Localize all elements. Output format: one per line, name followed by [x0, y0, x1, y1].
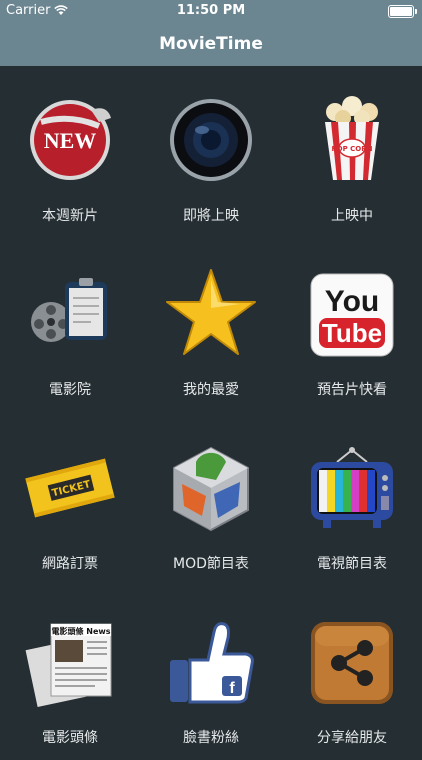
camera-lens-icon: [166, 92, 256, 188]
youtube-icon: You Tube: [307, 266, 397, 362]
menu-item-share[interactable]: 分享給朋友: [282, 588, 422, 760]
menu-label-cinemas: 電影院: [49, 382, 91, 398]
star-icon: [166, 266, 256, 362]
newspaper-header-text: 電影頭條 News: [51, 626, 110, 636]
menu-item-trailers[interactable]: You Tube 預告片快看: [282, 240, 422, 412]
newspaper-icon: 電影頭條 News: [25, 614, 115, 710]
popcorn-icon: POP CORN: [307, 92, 397, 188]
menu-label-facebook-fans: 臉書粉絲: [183, 730, 239, 746]
menu-item-new-releases[interactable]: NEW 本週新片: [0, 66, 140, 238]
share-icon: [307, 614, 397, 710]
nav-title: MovieTime: [0, 22, 422, 66]
menu-label-share: 分享給朋友: [317, 730, 387, 746]
menu-item-favorites[interactable]: 我的最愛: [141, 240, 281, 412]
menu-label-favorites: 我的最愛: [183, 382, 239, 398]
menu-item-movie-headlines[interactable]: 電影頭條 News 電影頭條: [0, 588, 140, 760]
menu-item-cinemas[interactable]: 電影院: [0, 240, 140, 412]
menu-grid: NEW 本週新片 即將上映 POP CORN 上映中 電影院 我的最愛 You …: [0, 66, 422, 750]
facebook-f-text: f: [229, 680, 235, 697]
battery-icon: [388, 5, 417, 18]
menu-label-tv-schedule: 電視節目表: [317, 556, 387, 572]
youtube-tube-text: Tube: [322, 318, 382, 348]
menu-item-now-showing[interactable]: POP CORN 上映中: [282, 66, 422, 238]
facebook-like-icon: f: [166, 614, 256, 710]
tv-icon: [307, 440, 397, 536]
new-text: NEW: [44, 128, 97, 153]
menu-item-coming-soon[interactable]: 即將上映: [141, 66, 281, 238]
film-reel-clipboard-icon: [25, 266, 115, 362]
menu-label-trailers: 預告片快看: [317, 382, 387, 398]
menu-label-now-showing: 上映中: [331, 208, 373, 224]
menu-label-new-releases: 本週新片: [42, 208, 98, 224]
menu-label-coming-soon: 即將上映: [183, 208, 239, 224]
youtube-you-text: You: [325, 285, 379, 318]
menu-label-movie-headlines: 電影頭條: [42, 730, 98, 746]
menu-label-mod-schedule: MOD節目表: [173, 556, 249, 572]
ticket-icon: TICKET: [25, 440, 115, 536]
popcorn-text: POP CORN: [332, 145, 373, 153]
menu-item-facebook-fans[interactable]: f 臉書粉絲: [141, 588, 281, 760]
menu-item-online-booking[interactable]: TICKET 網路訂票: [0, 414, 140, 586]
new-sticker-icon: NEW: [25, 92, 115, 188]
status-time: 11:50 PM: [176, 3, 246, 18]
menu-item-tv-schedule[interactable]: 電視節目表: [282, 414, 422, 586]
menu-item-mod-schedule[interactable]: MOD節目表: [141, 414, 281, 586]
status-bar: Carrier 11:50 PM: [0, 0, 422, 22]
menu-label-online-booking: 網路訂票: [42, 556, 98, 572]
mod-cube-icon: [166, 440, 256, 536]
